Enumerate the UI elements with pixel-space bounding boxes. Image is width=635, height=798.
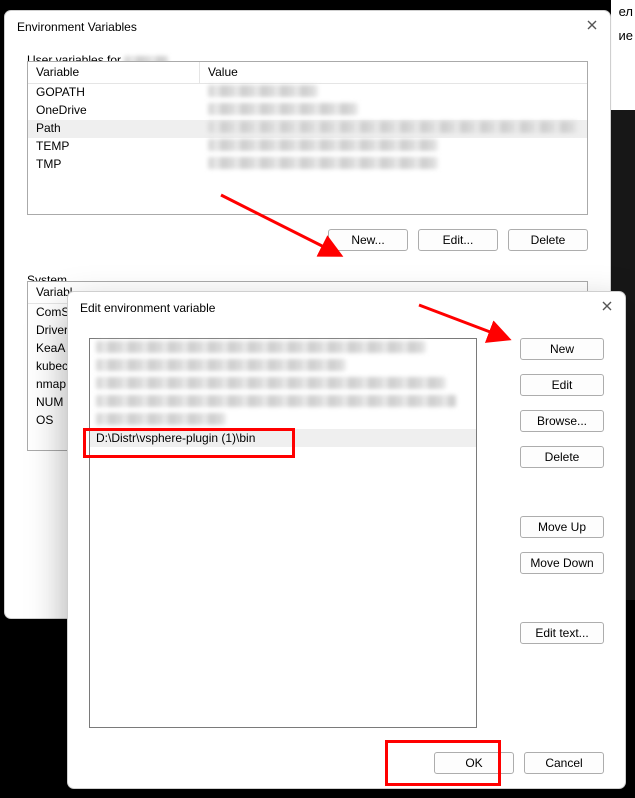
new-button[interactable]: New...: [328, 229, 408, 251]
list-item[interactable]: [90, 339, 476, 357]
list-item[interactable]: [90, 393, 476, 411]
bg-text: ие: [619, 28, 634, 43]
window-titlebar: Environment Variables: [5, 11, 610, 43]
column-header-variable[interactable]: Variabl: [28, 282, 68, 303]
table-row[interactable]: Path: [28, 120, 587, 138]
edit-button[interactable]: Edit: [520, 374, 604, 396]
cancel-button[interactable]: Cancel: [524, 752, 604, 774]
dialog-titlebar: Edit environment variable: [68, 292, 625, 324]
dialog-side-buttons: New Edit Browse... Delete Move Up Move D…: [520, 338, 604, 644]
move-up-button[interactable]: Move Up: [520, 516, 604, 538]
edit-text-button[interactable]: Edit text...: [520, 622, 604, 644]
list-item[interactable]: [90, 375, 476, 393]
move-down-button[interactable]: Move Down: [520, 552, 604, 574]
ok-button[interactable]: OK: [434, 752, 514, 774]
close-icon[interactable]: [584, 17, 600, 33]
new-button[interactable]: New: [520, 338, 604, 360]
table-row[interactable]: OneDrive: [28, 102, 587, 120]
delete-button[interactable]: Delete: [508, 229, 588, 251]
user-variables-table[interactable]: Variable Value GOPATH OneDrive Path TEMP: [27, 61, 588, 215]
user-variables-group: User variables for Variable Value GOPATH…: [27, 61, 588, 251]
edit-button[interactable]: Edit...: [418, 229, 498, 251]
background-panel: ел ие: [611, 0, 635, 110]
edit-environment-variable-dialog: Edit environment variable D:\Distr\vsphe…: [67, 291, 626, 789]
delete-button[interactable]: Delete: [520, 446, 604, 468]
list-item[interactable]: D:\Distr\vsphere-plugin (1)\bin: [90, 429, 476, 447]
close-icon[interactable]: [599, 298, 615, 314]
dialog-footer: OK Cancel: [434, 752, 604, 774]
column-header-value[interactable]: Value: [200, 62, 587, 83]
table-row[interactable]: GOPATH: [28, 84, 587, 102]
table-row[interactable]: TEMP: [28, 138, 587, 156]
table-row[interactable]: TMP: [28, 156, 587, 174]
browse-button[interactable]: Browse...: [520, 410, 604, 432]
path-entries-list[interactable]: D:\Distr\vsphere-plugin (1)\bin: [89, 338, 477, 728]
user-buttons-row: New... Edit... Delete: [27, 229, 588, 251]
dialog-title: Edit environment variable: [80, 301, 215, 315]
window-title: Environment Variables: [17, 20, 137, 34]
column-header-variable[interactable]: Variable: [28, 62, 200, 83]
bg-text: ел: [619, 4, 633, 19]
list-item[interactable]: [90, 411, 476, 429]
list-item[interactable]: [90, 357, 476, 375]
table-header: Variable Value: [28, 62, 587, 84]
